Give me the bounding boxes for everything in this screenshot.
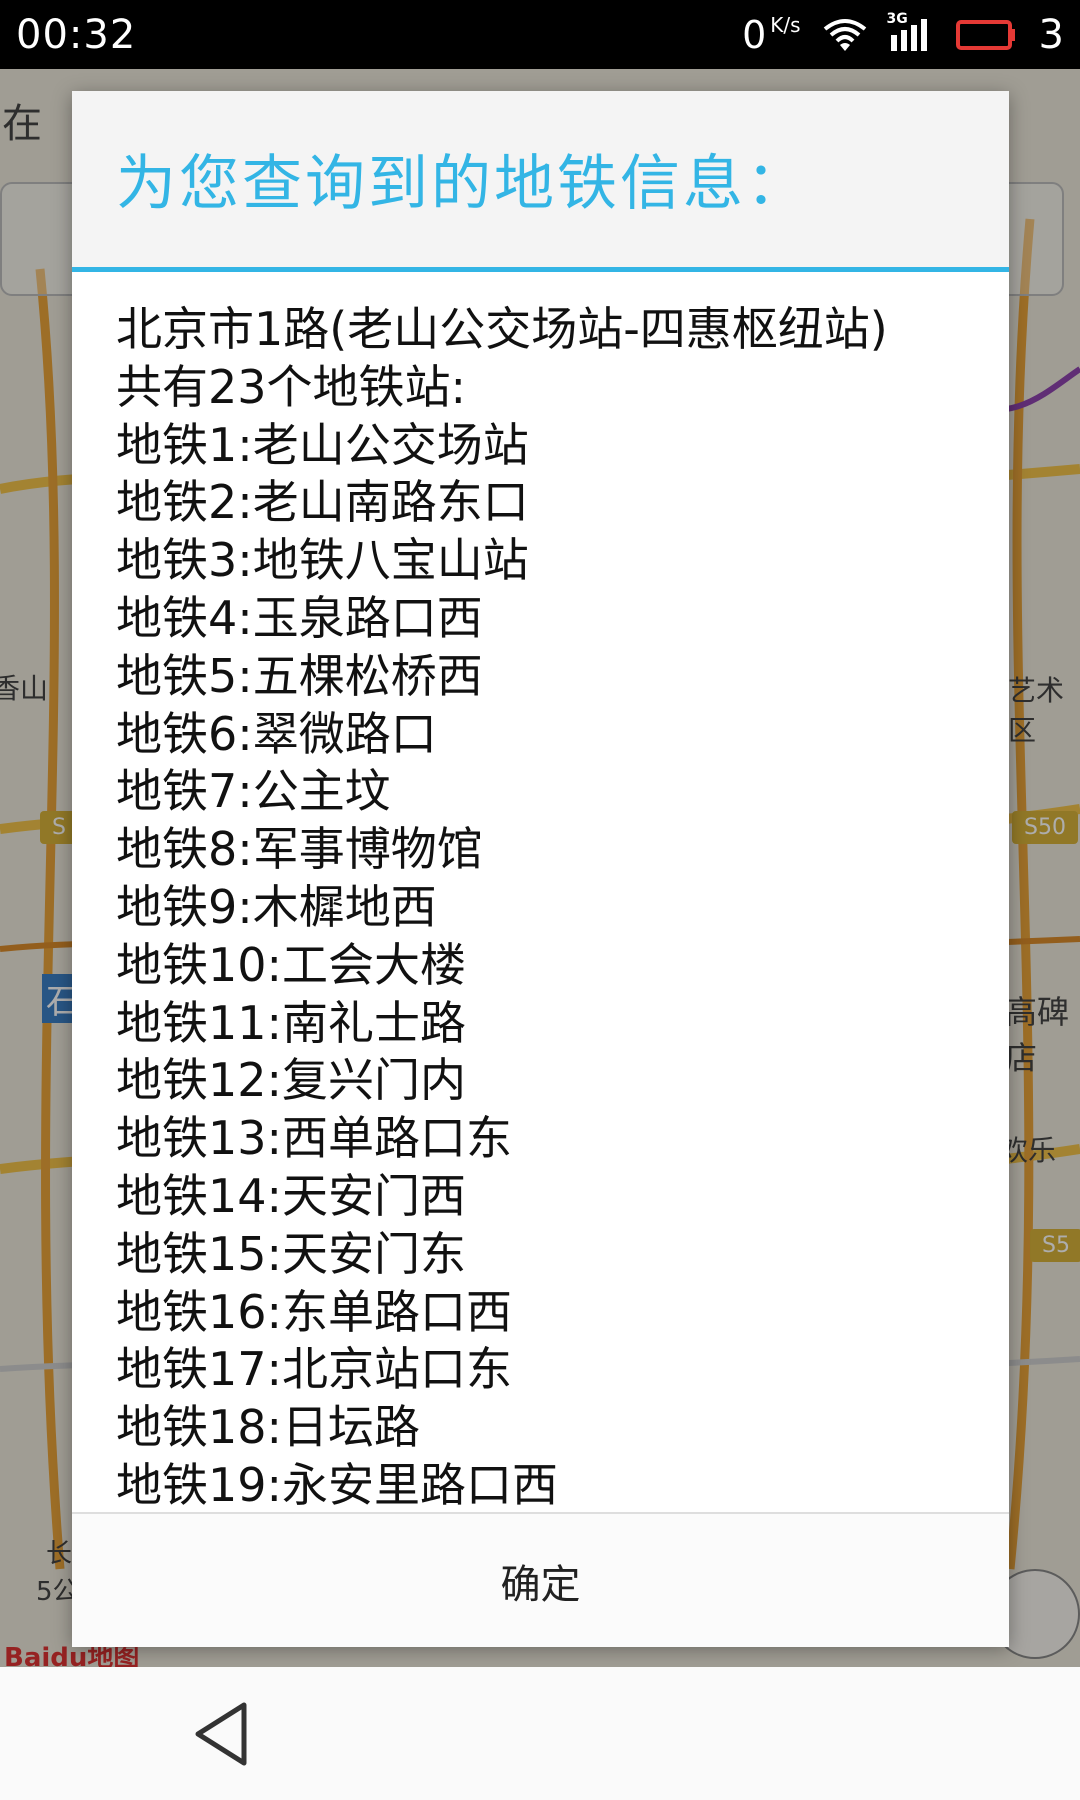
station-item: 地铁9:木樨地西 — [116, 879, 437, 934]
status-icons: 0 K/s 3G 3 — [742, 11, 1064, 58]
station-count: 共有23个地铁站: — [116, 359, 467, 414]
status-bar: 00:32 0 K/s 3G 3 — [0, 0, 1080, 69]
dialog-message[interactable]: 北京市1路(老山公交场站-四惠枢纽站) 共有23个地铁站: 地铁1:老山公交场站… — [116, 301, 986, 1601]
back-triangle-icon[interactable] — [188, 1699, 258, 1769]
subway-info-dialog: 为您查询到的地铁信息： 北京市1路(老山公交场站-四惠枢纽站) 共有23个地铁站… — [72, 91, 1009, 1647]
dialog-footer: 确定 — [72, 1512, 1009, 1647]
battery-percentage: 3 — [1038, 11, 1064, 58]
route-name: 北京市1路(老山公交场站-四惠枢纽站) — [116, 302, 888, 356]
station-item: 地铁3:地铁八宝山站 — [116, 533, 529, 588]
network-type: 3G — [886, 10, 908, 27]
station-item: 地铁8:军事博物馆 — [116, 822, 483, 877]
network-speed: 0 K/s — [742, 13, 800, 57]
dialog-title: 为您查询到的地铁信息： — [116, 149, 809, 219]
battery-icon — [955, 19, 1015, 50]
signal-indicator: 3G — [887, 11, 933, 53]
station-item: 地铁13:西单路口东 — [116, 1111, 513, 1166]
station-item: 地铁17:北京站口东 — [116, 1342, 513, 1397]
station-item: 地铁2:老山南路东口 — [116, 475, 529, 530]
status-time: 00:32 — [16, 11, 137, 58]
ok-button[interactable]: 确定 — [72, 1514, 1009, 1647]
station-item: 地铁1:老山公交场站 — [116, 417, 529, 472]
navigation-bar — [0, 1667, 1080, 1800]
station-item: 地铁16:东单路口西 — [116, 1284, 513, 1339]
station-item: 地铁15:天安门东 — [116, 1226, 467, 1281]
network-speed-value: 0 — [742, 12, 767, 57]
station-item: 地铁12:复兴门内 — [116, 1053, 467, 1108]
station-item: 地铁14:天安门西 — [116, 1168, 467, 1223]
station-item: 地铁4:玉泉路口西 — [116, 590, 483, 645]
dialog-header: 为您查询到的地铁信息： — [72, 91, 1009, 272]
station-item: 地铁11:南礼士路 — [116, 995, 467, 1050]
station-item: 地铁10:工会大楼 — [116, 937, 467, 992]
station-item: 地铁6:翠微路口 — [116, 706, 437, 761]
station-item: 地铁5:五棵松桥西 — [116, 648, 483, 703]
station-item: 地铁7:公主坟 — [116, 764, 391, 819]
wifi-icon — [823, 18, 866, 51]
network-speed-unit: K/s — [770, 12, 801, 37]
station-item: 地铁18:日坛路 — [116, 1400, 421, 1455]
station-item: 地铁19:永安里路口西 — [116, 1457, 559, 1512]
